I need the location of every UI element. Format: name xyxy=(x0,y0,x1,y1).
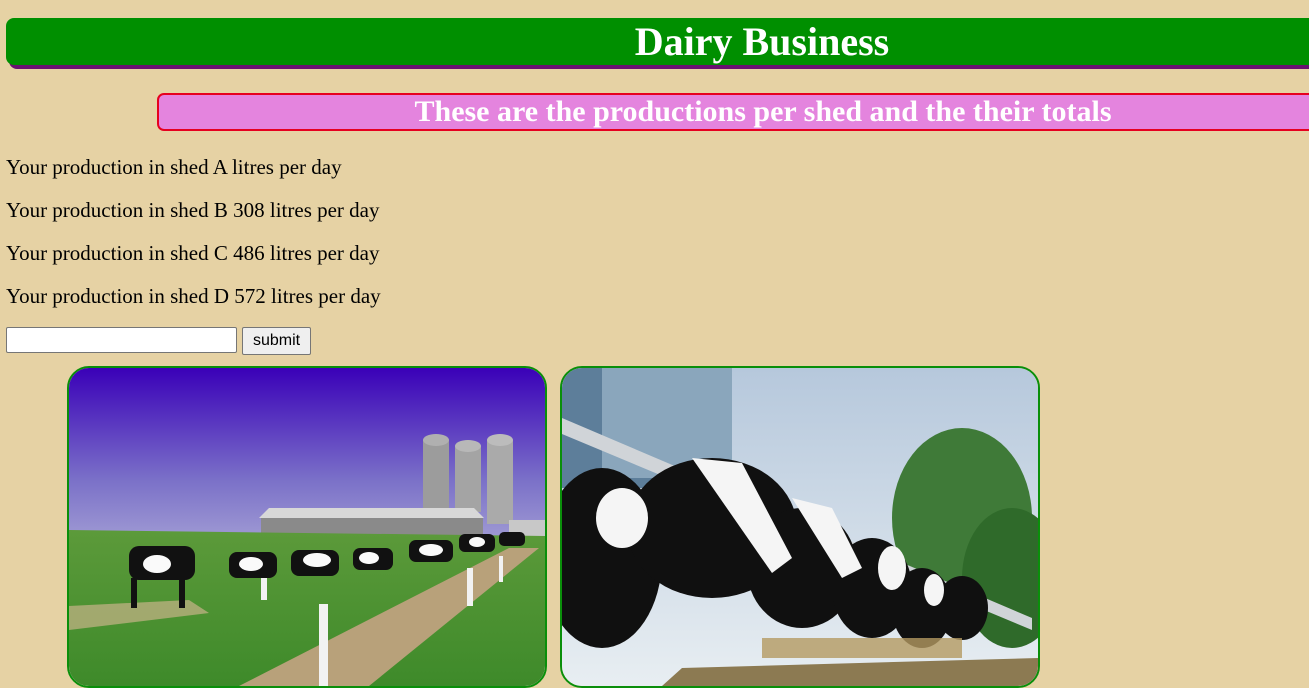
production-shed-b: Your production in shed B 308 litres per… xyxy=(6,198,380,222)
cows-feeding-photo xyxy=(560,366,1040,688)
subheader-title: These are the productions per shed and t… xyxy=(414,95,1112,128)
production-shed-c: Your production in shed C 486 litres per… xyxy=(6,241,380,265)
submit-button[interactable]: submit xyxy=(242,327,311,355)
production-input[interactable] xyxy=(6,327,237,353)
production-shed-d: Your production in shed D 572 litres per… xyxy=(6,284,381,308)
page-title: Dairy Business xyxy=(634,19,890,64)
production-shed-a: Your production in shed A litres per day xyxy=(6,155,342,179)
page-header: Dairy Business xyxy=(6,18,1309,65)
subheader-banner: These are the productions per shed and t… xyxy=(157,93,1309,131)
cows-walking-farm-photo xyxy=(67,366,547,688)
